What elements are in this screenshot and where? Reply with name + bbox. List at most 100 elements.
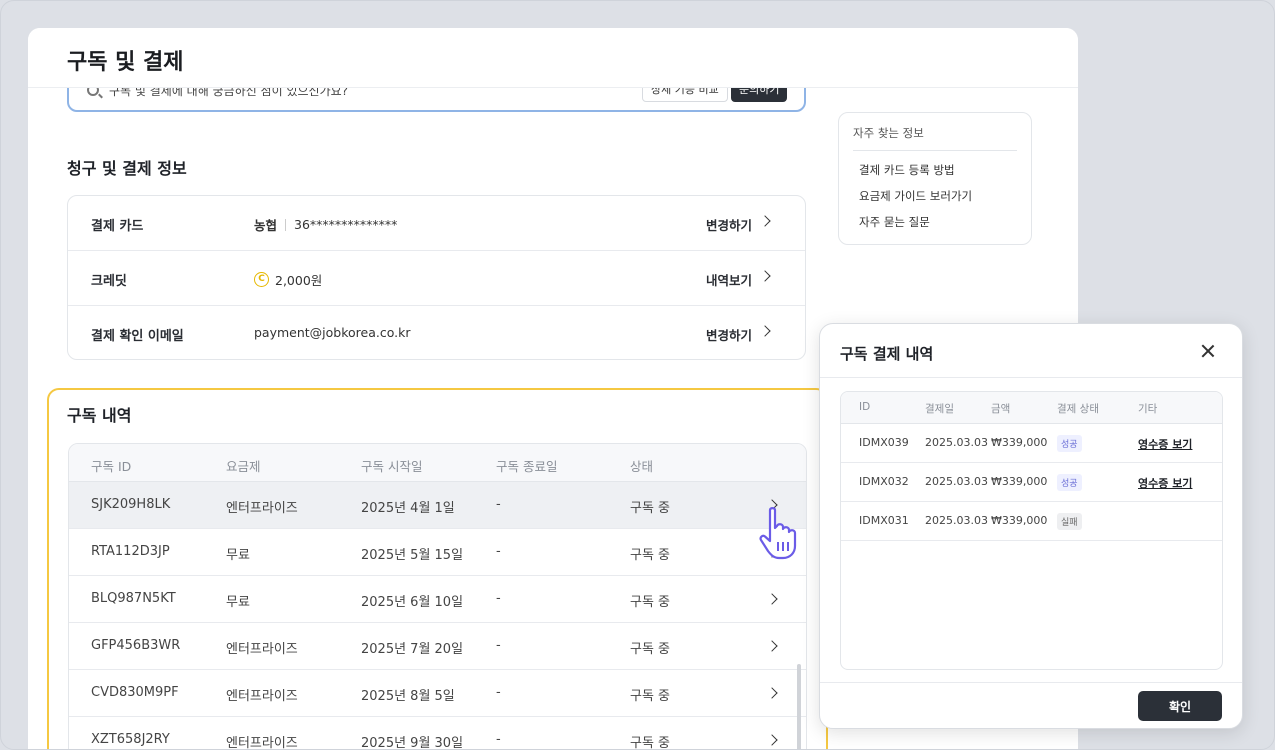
col-header-amount: 금액: [991, 403, 1011, 415]
row-plan: 무료: [226, 548, 250, 563]
row-end: -: [496, 732, 501, 747]
billing-info-box: 결제 카드 농협 36************** 변경하기 크레딧 C 2,0…: [67, 195, 806, 360]
modal-header: 구독 결제 내역: [820, 324, 1242, 378]
table-row[interactable]: SJK209H8LK 엔터프라이즈 2025년 4월 1일 - 구독 중: [69, 482, 806, 529]
col-header-status: 결제 상태: [1057, 403, 1099, 415]
col-header-plan: 요금제: [226, 459, 261, 474]
subscription-section-title: 구독 내역: [67, 406, 132, 425]
faq-title: 자주 찾는 정보: [853, 126, 924, 140]
row-id: RTA112D3JP: [91, 544, 170, 559]
modal-footer: 확인: [820, 682, 1242, 728]
col-header-id: ID: [859, 401, 871, 413]
card-bank: 농협: [254, 218, 278, 233]
col-header-id: 구독 ID: [91, 459, 132, 474]
email-value: payment@jobkorea.co.kr: [254, 325, 411, 340]
confirm-button[interactable]: 확인: [1138, 691, 1222, 721]
table-row[interactable]: RTA112D3JP 무료 2025년 5월 15일 - 구독 중: [69, 529, 806, 576]
row-end: -: [496, 591, 501, 606]
pointer-hand-icon: [759, 507, 797, 560]
table-header: ID 결제일 금액 결제 상태 기타: [841, 392, 1222, 424]
status-badge: 성공: [1057, 435, 1082, 452]
subscription-section: 구독 내역 구독 ID 요금제 구독 시작일 구독 종료일 상태 SJK209H…: [47, 388, 828, 750]
table-row: IDMX039 2025.03.03 ₩339,000 성공 영수증 보기: [841, 424, 1222, 463]
row-start: 2025년 8월 5일: [361, 689, 455, 704]
faq-item-card-registration[interactable]: 결제 카드 등록 방법: [859, 162, 955, 178]
table-row[interactable]: XZT658J2RY 엔터프라이즈 2025년 9월 30일 - 구독 중: [69, 717, 806, 750]
coin-icon: C: [254, 272, 269, 287]
col-header-start: 구독 시작일: [361, 459, 423, 474]
table-row: IDMX031 2025.03.03 ₩339,000 실패: [841, 502, 1222, 541]
row-id: BLQ987N5KT: [91, 591, 176, 606]
view-credit-history-button[interactable]: 내역보기: [706, 270, 752, 289]
scrollbar[interactable]: [797, 664, 801, 749]
credit-value: C 2,000원: [254, 270, 322, 289]
row-id: IDMX032: [859, 475, 909, 488]
row-plan: 엔터프라이즈: [226, 689, 298, 704]
divider: [853, 150, 1017, 151]
chevron-right-icon[interactable]: [766, 593, 778, 605]
row-amount: ₩339,000: [991, 514, 1048, 527]
chevron-right-icon[interactable]: [766, 640, 778, 652]
subscription-table: 구독 ID 요금제 구독 시작일 구독 종료일 상태 SJK209H8LK 엔터…: [68, 443, 807, 750]
row-date: 2025.03.03: [925, 475, 988, 488]
chevron-right-icon: [759, 215, 771, 227]
row-start: 2025년 5월 15일: [361, 548, 464, 563]
status-badge: 실패: [1057, 513, 1082, 530]
payment-table: ID 결제일 금액 결제 상태 기타 IDMX039 2025.03.03 ₩3…: [840, 391, 1223, 670]
table-row[interactable]: BLQ987N5KT 무료 2025년 6월 10일 - 구독 중: [69, 576, 806, 623]
faq-item-plan-guide[interactable]: 요금제 가이드 보러가기: [859, 188, 972, 204]
billing-section-title: 청구 및 결제 정보: [67, 159, 187, 178]
chevron-right-icon: [759, 270, 771, 282]
row-date: 2025.03.03: [925, 514, 988, 527]
divider: [285, 218, 287, 231]
billing-row-credit: 크레딧 C 2,000원 내역보기: [68, 251, 805, 306]
billing-row-email: 결제 확인 이메일 payment@jobkorea.co.kr 변경하기: [68, 306, 805, 361]
payment-history-modal: 구독 결제 내역 ID 결제일 금액 결제 상태 기타 IDMX039 2025…: [819, 323, 1243, 729]
row-plan: 엔터프라이즈: [226, 501, 298, 516]
row-start: 2025년 4월 1일: [361, 501, 455, 516]
row-date: 2025.03.03: [925, 436, 988, 449]
row-status: 구독 중: [630, 595, 671, 610]
row-end: -: [496, 638, 501, 653]
row-id: IDMX039: [859, 436, 909, 449]
row-plan: 엔터프라이즈: [226, 736, 298, 750]
row-status: 구독 중: [630, 736, 671, 750]
chevron-right-icon[interactable]: [766, 734, 778, 746]
card-label: 결제 카드: [91, 219, 144, 234]
row-id: XZT658J2RY: [91, 732, 170, 747]
col-header-end: 구독 종료일: [496, 459, 558, 474]
row-id: SJK209H8LK: [91, 497, 171, 512]
modal-title: 구독 결제 내역: [840, 345, 934, 363]
screenshot-frame: 구독 및 결제 구독 및 결제에 대해 궁금하신 점이 있으신가요? 상세 기능…: [0, 0, 1275, 750]
row-start: 2025년 9월 30일: [361, 736, 464, 750]
row-start: 2025년 7월 20일: [361, 642, 464, 657]
email-label: 결제 확인 이메일: [91, 329, 184, 344]
card-value: 농협 36**************: [254, 215, 397, 234]
receipt-link[interactable]: 영수증 보기: [1138, 475, 1192, 491]
row-amount: ₩339,000: [991, 436, 1048, 449]
change-email-button[interactable]: 변경하기: [706, 325, 752, 344]
table-row[interactable]: CVD830M9PF 엔터프라이즈 2025년 8월 5일 - 구독 중: [69, 670, 806, 717]
row-start: 2025년 6월 10일: [361, 595, 464, 610]
col-header-date: 결제일: [925, 403, 954, 415]
chevron-right-icon[interactable]: [766, 687, 778, 699]
row-status: 구독 중: [630, 642, 671, 657]
row-id: GFP456B3WR: [91, 638, 181, 653]
row-end: -: [496, 544, 501, 559]
page-title: 구독 및 결제: [67, 50, 184, 75]
close-icon[interactable]: [1200, 343, 1216, 359]
table-row: IDMX032 2025.03.03 ₩339,000 성공 영수증 보기: [841, 463, 1222, 502]
credit-amount: 2,000원: [275, 273, 323, 288]
table-row[interactable]: GFP456B3WR 엔터프라이즈 2025년 7월 20일 - 구독 중: [69, 623, 806, 670]
faq-item-faq[interactable]: 자주 묻는 질문: [859, 214, 930, 230]
row-amount: ₩339,000: [991, 475, 1048, 488]
page-header: 구독 및 결제: [28, 28, 1078, 88]
row-id: CVD830M9PF: [91, 685, 179, 700]
col-header-status: 상태: [630, 459, 654, 474]
change-card-button[interactable]: 변경하기: [706, 215, 752, 234]
receipt-link[interactable]: 영수증 보기: [1138, 436, 1192, 452]
row-status: 구독 중: [630, 548, 671, 563]
chevron-right-icon: [759, 325, 771, 337]
faq-box: 자주 찾는 정보 결제 카드 등록 방법 요금제 가이드 보러가기 자주 묻는 …: [838, 112, 1032, 245]
row-end: -: [496, 497, 501, 512]
